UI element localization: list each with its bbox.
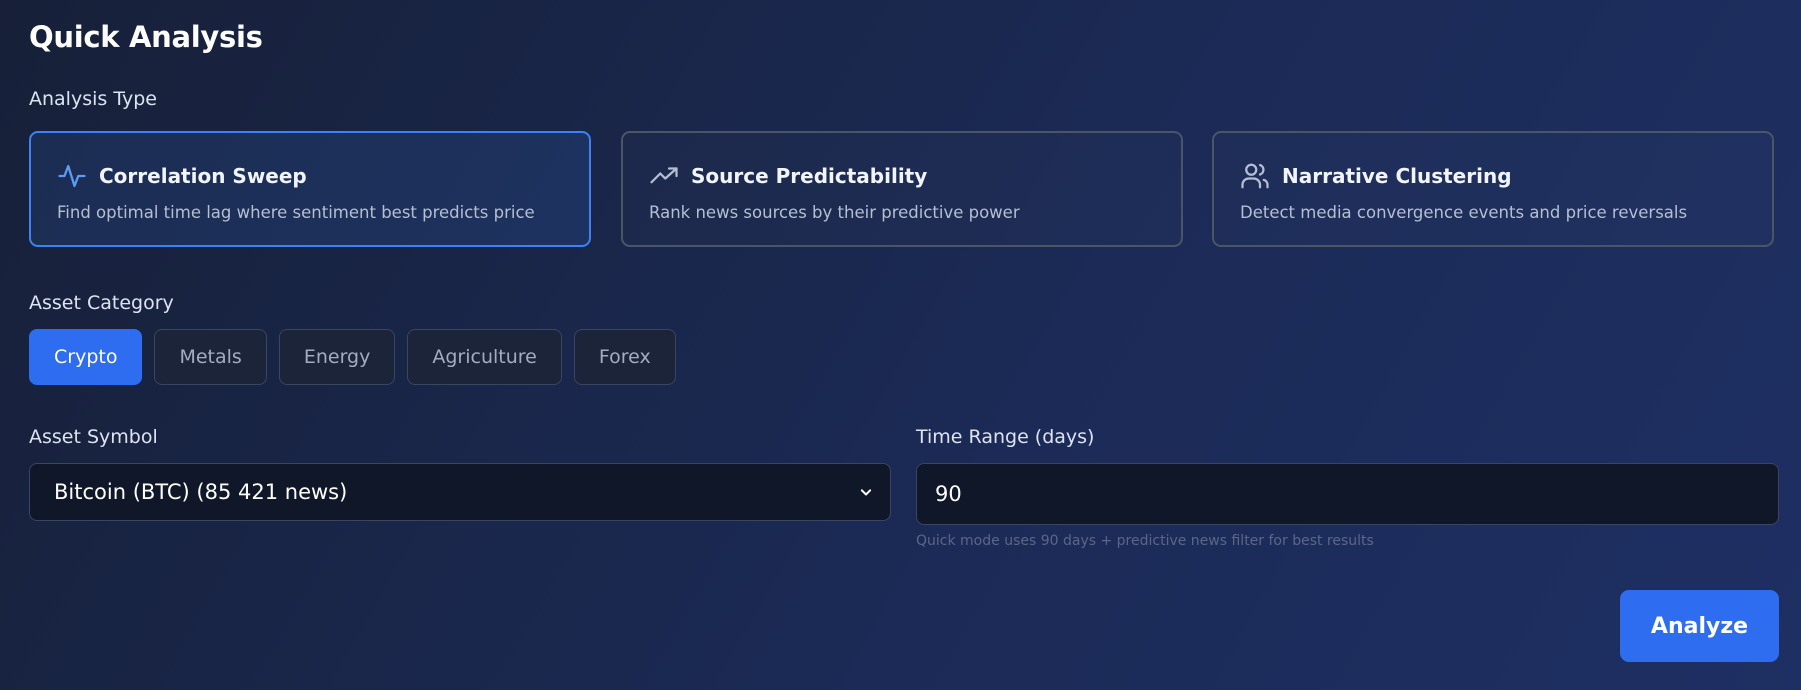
chip-forex[interactable]: Forex — [573, 329, 676, 385]
analysis-type-label: Analysis Type — [29, 88, 157, 110]
activity-pulse-icon — [57, 161, 87, 191]
users-icon — [1240, 161, 1270, 191]
card-description: Detect media convergence events and pric… — [1240, 203, 1688, 222]
analysis-card-correlation-sweep[interactable]: Correlation Sweep Find optimal time lag … — [29, 131, 591, 247]
card-title: Source Predictability — [691, 164, 928, 188]
analysis-card-source-predictability[interactable]: Source Predictability Rank news sources … — [621, 131, 1183, 247]
analyze-button[interactable]: Analyze — [1620, 590, 1779, 662]
card-title: Narrative Clustering — [1282, 164, 1512, 188]
asset-symbol-label: Asset Symbol — [29, 426, 158, 448]
asset-symbol-select[interactable]: Bitcoin (BTC) (85 421 news) — [29, 463, 891, 521]
asset-category-label: Asset Category — [29, 292, 174, 314]
chevron-down-icon — [856, 482, 876, 507]
trending-up-icon — [649, 161, 679, 191]
page-title: Quick Analysis — [29, 20, 263, 54]
chip-crypto[interactable]: Crypto — [29, 329, 143, 385]
time-range-label: Time Range (days) — [916, 426, 1095, 448]
analysis-card-narrative-clustering[interactable]: Narrative Clustering Detect media conver… — [1212, 131, 1774, 247]
asset-symbol-value: Bitcoin (BTC) (85 421 news) — [54, 480, 348, 504]
time-range-value: 90 — [935, 482, 962, 506]
chip-metals[interactable]: Metals — [154, 329, 267, 385]
card-description: Rank news sources by their predictive po… — [649, 203, 1020, 222]
chip-agriculture[interactable]: Agriculture — [407, 329, 562, 385]
asset-category-chips: Crypto Metals Energy Agriculture Forex — [29, 329, 676, 385]
chip-energy[interactable]: Energy — [278, 329, 396, 385]
card-title: Correlation Sweep — [99, 164, 307, 188]
time-range-hint: Quick mode uses 90 days + predictive new… — [916, 533, 1374, 549]
card-description: Find optimal time lag where sentiment be… — [57, 203, 535, 222]
time-range-input[interactable]: 90 — [916, 463, 1779, 525]
